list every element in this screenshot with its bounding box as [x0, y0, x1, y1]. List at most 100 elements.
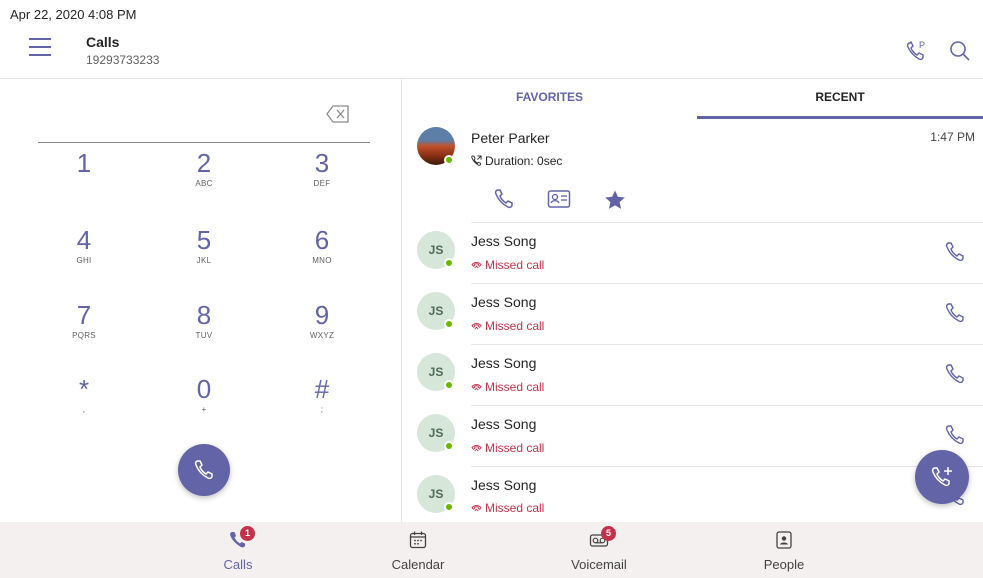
- call-time: 1:47 PM: [930, 130, 975, 144]
- missed-call-icon: [471, 505, 482, 512]
- nav-voicemail[interactable]: 5 Voicemail: [539, 522, 659, 578]
- nav-label: Calls: [223, 557, 253, 572]
- dial-key-6[interactable]: 6 MNO: [282, 226, 362, 282]
- dial-input-underline: [38, 142, 370, 143]
- presence-indicator: [444, 258, 454, 268]
- presence-indicator: [444, 155, 454, 165]
- dial-key-8[interactable]: 8 TUV: [164, 301, 244, 357]
- dialpad: 1 2 ABC 3 DEF 4 GHI 5 JKL 6 MNO 7 PQRS 8…: [0, 79, 400, 522]
- call-status: Missed call: [471, 258, 544, 272]
- page-title: Calls: [86, 34, 120, 50]
- call-park-icon[interactable]: P: [904, 38, 930, 64]
- add-call-icon: [931, 467, 952, 487]
- contact-name: Jess Song: [471, 233, 537, 249]
- bottom-nav: 1 Calls Calendar 5 Voicemail People: [0, 522, 983, 578]
- presence-indicator: [444, 380, 454, 390]
- contact-name: Jess Song: [471, 416, 537, 432]
- dial-digit: 3: [314, 148, 330, 178]
- phone-icon[interactable]: [944, 241, 968, 265]
- call-status: Missed call: [471, 501, 544, 515]
- nav-label: Calendar: [391, 557, 445, 572]
- dial-letters: WXYZ: [309, 331, 335, 340]
- dial-key-7[interactable]: 7 PQRS: [44, 301, 124, 357]
- dial-digit: #: [314, 374, 330, 404]
- dial-key-star[interactable]: * ,: [44, 375, 124, 431]
- phone-icon: [194, 460, 213, 480]
- nav-people[interactable]: People: [724, 522, 844, 578]
- dial-digit: 9: [314, 300, 330, 330]
- call-outgoing-icon: [471, 155, 482, 166]
- dial-key-2[interactable]: 2 ABC: [164, 149, 244, 205]
- phone-icon[interactable]: [944, 424, 968, 448]
- dial-letters: PQRS: [72, 331, 96, 340]
- dial-digit: *: [78, 374, 90, 404]
- phone-number: 19293733233: [86, 53, 160, 67]
- status-datetime: Apr 22, 2020 4:08 PM: [10, 7, 137, 22]
- nav-calls[interactable]: 1 Calls: [178, 522, 298, 578]
- recent-item[interactable]: JS Jess Song Missed call: [402, 284, 983, 345]
- star-icon[interactable]: [604, 189, 630, 215]
- nav-label: People: [763, 557, 805, 572]
- contact-name: Peter Parker: [471, 130, 550, 146]
- dial-key-3[interactable]: 3 DEF: [282, 149, 362, 205]
- contact-name: Jess Song: [471, 477, 537, 493]
- nav-label: Voicemail: [571, 557, 627, 572]
- missed-call-icon: [471, 262, 482, 269]
- dial-letters: ;: [320, 405, 324, 414]
- call-duration-text: Duration: 0sec: [485, 154, 563, 168]
- dial-key-9[interactable]: 9 WXYZ: [282, 301, 362, 357]
- call-status-text: Missed call: [485, 380, 545, 394]
- missed-call-icon: [471, 323, 482, 330]
- dial-digit: 8: [196, 300, 212, 330]
- tab-favorites[interactable]: FAVORITES: [402, 79, 697, 119]
- dial-key-5[interactable]: 5 JKL: [164, 226, 244, 282]
- phone-icon[interactable]: [944, 302, 968, 326]
- contact-card-icon[interactable]: [547, 189, 573, 215]
- recent-item[interactable]: JS Jess Song Missed call: [402, 223, 983, 284]
- call-duration: Duration: 0sec: [471, 154, 562, 168]
- phone-icon[interactable]: [944, 363, 968, 387]
- dial-digit: 5: [196, 225, 212, 255]
- dial-letters: +: [201, 405, 207, 414]
- app-header: Calls 19293733233 P: [0, 26, 983, 78]
- call-status-text: Missed call: [485, 441, 545, 455]
- dial-letters: TUV: [195, 331, 213, 340]
- recent-item-featured[interactable]: Peter Parker Duration: 0sec 1:47 PM: [402, 119, 983, 223]
- tab-recent[interactable]: RECENT: [697, 79, 983, 119]
- presence-indicator: [444, 502, 454, 512]
- dial-key-0[interactable]: 0 +: [164, 375, 244, 431]
- call-status: Missed call: [471, 441, 544, 455]
- dial-digit: 4: [76, 225, 92, 255]
- dial-digit: 6: [314, 225, 330, 255]
- call-status-text: Missed call: [485, 501, 545, 515]
- menu-icon[interactable]: [29, 38, 53, 58]
- search-icon[interactable]: [947, 38, 973, 64]
- dial-digit: 2: [196, 148, 212, 178]
- dial-letters: ABC: [195, 179, 213, 188]
- backspace-icon[interactable]: [326, 105, 350, 123]
- dial-key-hash[interactable]: # ;: [282, 375, 362, 431]
- phone-icon[interactable]: [493, 188, 519, 214]
- nav-calendar[interactable]: Calendar: [358, 522, 478, 578]
- dial-digit: 0: [196, 374, 212, 404]
- call-status: Missed call: [471, 380, 544, 394]
- recent-item[interactable]: JS Jess Song Missed call: [402, 345, 983, 406]
- new-call-button[interactable]: [915, 450, 969, 504]
- calendar-icon: [409, 531, 427, 549]
- missed-call-icon: [471, 445, 482, 452]
- missed-call-icon: [471, 384, 482, 391]
- dial-digit: 1: [76, 148, 92, 178]
- contact-name: Jess Song: [471, 294, 537, 310]
- call-status: Missed call: [471, 319, 544, 333]
- contact-name: Jess Song: [471, 355, 537, 371]
- recent-item[interactable]: JS Jess Song Missed call: [402, 467, 983, 522]
- people-icon: [776, 531, 792, 549]
- recent-item[interactable]: JS Jess Song Missed call: [402, 406, 983, 467]
- dial-key-1[interactable]: 1: [44, 149, 124, 205]
- call-button[interactable]: [178, 444, 230, 496]
- dial-letters: JKL: [196, 256, 212, 265]
- svg-text:P: P: [919, 40, 925, 50]
- dial-letters: DEF: [313, 179, 331, 188]
- voicemail-badge: 5: [601, 526, 616, 541]
- dial-key-4[interactable]: 4 GHI: [44, 226, 124, 282]
